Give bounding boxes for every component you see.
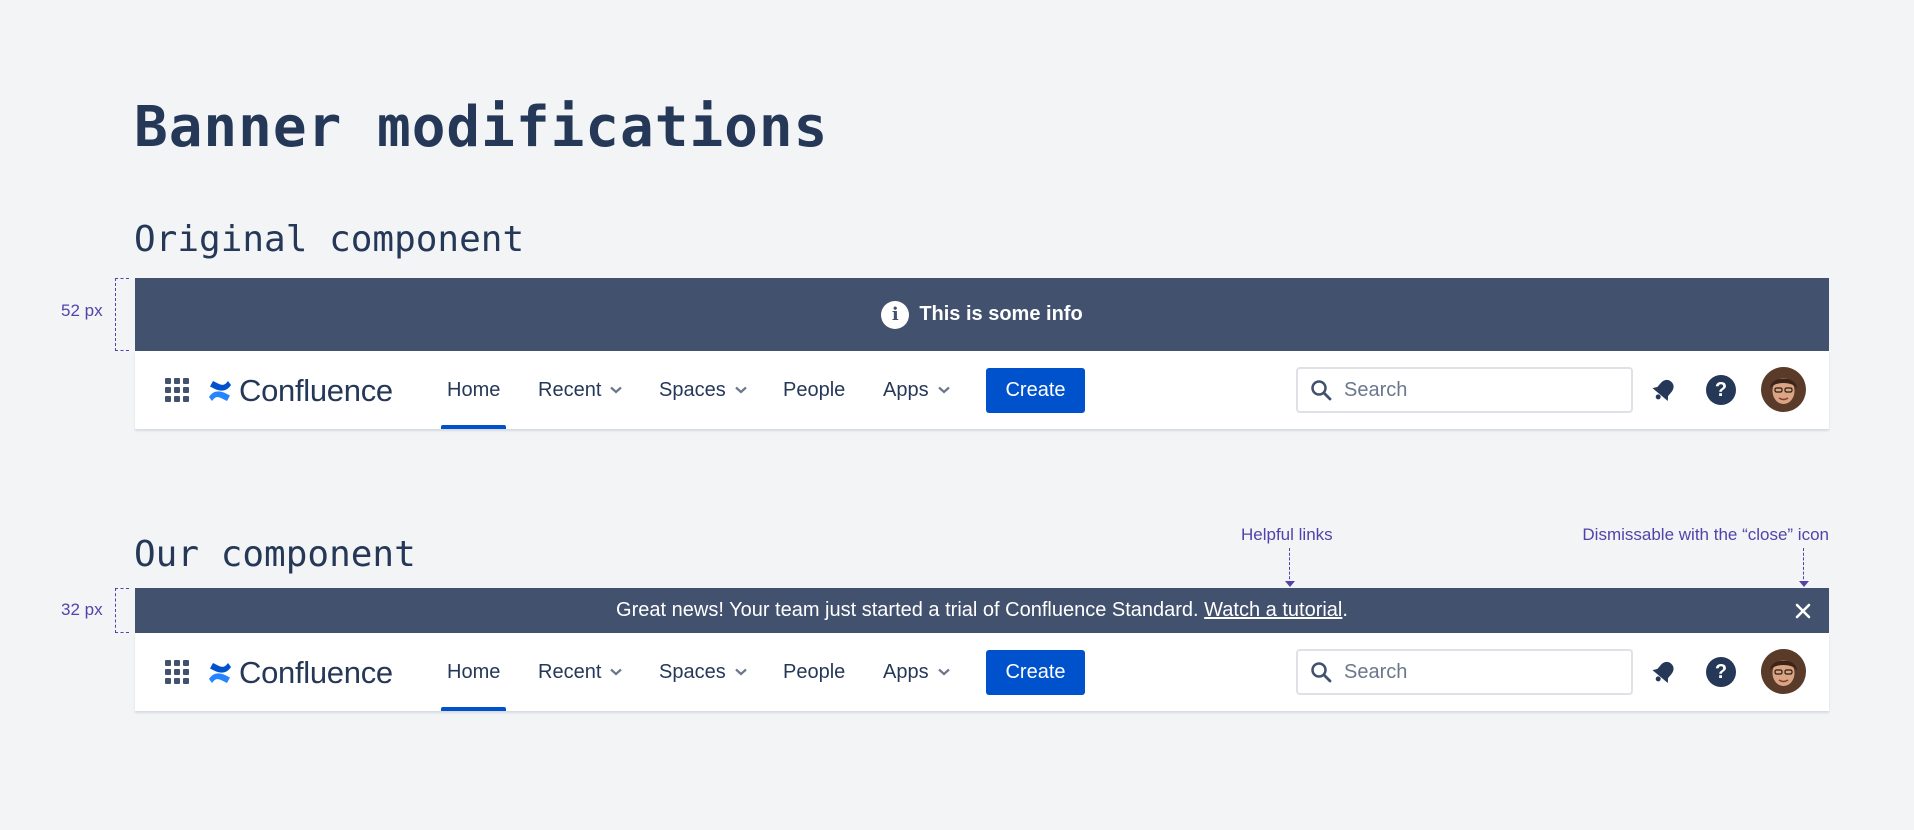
app-switcher-grid-icon[interactable] [165, 660, 189, 684]
logo-text: Confluence [239, 373, 393, 408]
app-switcher-grid-icon[interactable] [165, 378, 189, 402]
nav-item-spaces[interactable]: Spaces [659, 351, 747, 429]
top-navigation-original: Confluence Home Recent Spaces People App… [135, 351, 1829, 429]
user-avatar[interactable] [1761, 649, 1806, 694]
banner-message: This is some info [919, 303, 1083, 325]
nav-item-label: Apps [883, 660, 929, 683]
nav-item-label: Home [447, 378, 501, 401]
chevron-down-icon [937, 386, 950, 394]
nav-item-label: Spaces [659, 660, 726, 683]
logo-text: Confluence [239, 655, 393, 690]
banner-message-text: Great news! Your team just started a tri… [616, 599, 1199, 621]
info-banner-original: i This is some info [135, 278, 1829, 351]
nav-item-home[interactable]: Home [440, 351, 507, 429]
nav-item-recent[interactable]: Recent [538, 351, 623, 429]
chevron-down-icon [610, 386, 623, 394]
nav-item-label: People [783, 660, 846, 683]
nav-item-apps[interactable]: Apps [883, 633, 950, 711]
nav-item-people[interactable]: People [783, 351, 845, 429]
avatar-image [1761, 649, 1806, 694]
top-navigation-ours: Confluence Home Recent Spaces People App… [135, 633, 1829, 711]
dismissable-arrow-icon [1799, 581, 1809, 587]
search-input[interactable] [1342, 659, 1606, 685]
bell-icon [1652, 661, 1674, 684]
height-bracket-original [115, 278, 129, 351]
banner-suffix: . [1342, 599, 1348, 621]
chevron-down-icon [734, 386, 747, 394]
trial-banner: Great news! Your team just started a tri… [135, 588, 1829, 633]
nav-item-spaces[interactable]: Spaces [659, 633, 747, 711]
watch-tutorial-link[interactable]: Watch a tutorial [1204, 599, 1342, 621]
bell-icon [1652, 379, 1674, 402]
chevron-down-icon [734, 668, 747, 676]
help-button[interactable]: ? [1704, 373, 1738, 407]
section-title-ours: Our component [134, 534, 416, 575]
dismiss-banner-button[interactable] [1791, 599, 1815, 623]
avatar-image [1761, 367, 1806, 412]
search-field[interactable] [1296, 649, 1633, 695]
notifications-button[interactable] [1647, 373, 1681, 407]
search-icon [1311, 662, 1332, 683]
info-icon: i [881, 300, 910, 329]
confluence-logo-icon [209, 381, 231, 401]
help-icon: ? [1706, 375, 1736, 405]
dismissable-arrow-line [1803, 548, 1804, 584]
create-button[interactable]: Create [986, 368, 1085, 413]
confluence-logo-icon [209, 663, 231, 683]
nav-item-label: Recent [538, 660, 602, 683]
chevron-down-icon [937, 668, 950, 676]
helpful-links-arrow-icon [1285, 581, 1295, 587]
search-field[interactable] [1296, 367, 1633, 413]
close-icon [1795, 603, 1811, 618]
helpful-links-annotation: Helpful links [1241, 525, 1333, 544]
nav-item-label: Apps [883, 378, 929, 401]
height-annotation-original: 52 px [61, 301, 103, 320]
nav-item-label: People [783, 378, 846, 401]
banner-message: Great news! Your team just started a tri… [616, 599, 1348, 622]
dismissable-annotation: Dismissable with the “close” icon [1582, 525, 1829, 544]
section-title-original: Original component [134, 219, 525, 260]
user-avatar[interactable] [1761, 367, 1806, 412]
help-button[interactable]: ? [1704, 655, 1738, 689]
search-input[interactable] [1342, 377, 1606, 403]
nav-item-label: Recent [538, 378, 602, 401]
search-icon [1311, 380, 1332, 401]
page-title: Banner modifications [134, 95, 829, 160]
nav-item-label: Spaces [659, 378, 726, 401]
helpful-links-arrow-line [1289, 548, 1290, 584]
height-bracket-ours [115, 588, 129, 633]
confluence-logo[interactable]: Confluence [207, 655, 393, 691]
chevron-down-icon [610, 668, 623, 676]
height-annotation-ours: 32 px [61, 600, 103, 619]
nav-item-recent[interactable]: Recent [538, 633, 623, 711]
nav-item-home[interactable]: Home [440, 633, 507, 711]
nav-item-label: Home [447, 660, 501, 683]
notifications-button[interactable] [1647, 655, 1681, 689]
nav-item-apps[interactable]: Apps [883, 351, 950, 429]
nav-item-people[interactable]: People [783, 633, 845, 711]
create-button[interactable]: Create [986, 650, 1085, 695]
confluence-logo[interactable]: Confluence [207, 373, 393, 409]
help-icon: ? [1706, 657, 1736, 687]
